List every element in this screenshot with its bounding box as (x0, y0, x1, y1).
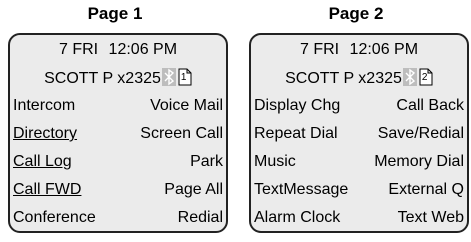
page-indicator-icon: 2 (419, 68, 433, 86)
softkey-page-all[interactable]: Page All (164, 176, 223, 204)
softkey-row: Directory Screen Call (10, 120, 226, 148)
softkey-intercom[interactable]: Intercom (13, 92, 75, 120)
softkey-row: Alarm Clock Text Web (251, 204, 467, 231)
softkey-directory[interactable]: Directory (13, 120, 77, 148)
user-row: SCOTT P x2325 1 (10, 68, 226, 89)
softkey-park[interactable]: Park (190, 148, 223, 176)
date-time-row: 7 FRI 12:06 PM (251, 40, 467, 60)
softkey-display-chg[interactable]: Display Chg (254, 92, 340, 120)
softkey-row: Repeat Dial Save/Redial (251, 120, 467, 148)
softkey-row: Call Log Park (10, 148, 226, 176)
softkey-row: Display Chg Call Back (251, 92, 467, 120)
softkey-memory-dial[interactable]: Memory Dial (374, 148, 464, 176)
phone-page-1: Page 1 7 FRI 12:06 PM SCOTT P x2325 1 Int… (0, 0, 230, 242)
date-time-row: 7 FRI 12:06 PM (10, 40, 226, 60)
time-label: 12:06 PM (349, 41, 419, 58)
softkey-list: Display Chg Call Back Repeat Dial Save/R… (251, 92, 467, 231)
softkey-alarm-clock[interactable]: Alarm Clock (254, 204, 340, 231)
page-number: 2 (421, 72, 428, 83)
softkey-call-back[interactable]: Call Back (396, 92, 464, 120)
date-label: 7 FRI (58, 41, 99, 58)
user-extension-label: SCOTT P x2325 (44, 70, 161, 87)
softkey-call-fwd[interactable]: Call FWD (13, 176, 81, 204)
bluetooth-icon (402, 68, 417, 86)
user-row: SCOTT P x2325 2 (251, 68, 467, 89)
softkey-screen-call[interactable]: Screen Call (140, 120, 223, 148)
softkey-music[interactable]: Music (254, 148, 296, 176)
softkey-repeat-dial[interactable]: Repeat Dial (254, 120, 338, 148)
phone-page-2: Page 2 7 FRI 12:06 PM SCOTT P x2325 2 Dis… (241, 0, 471, 242)
page-title: Page 1 (87, 4, 143, 23)
page-title: Page 2 (328, 4, 384, 23)
softkey-save-redial[interactable]: Save/Redial (378, 120, 464, 148)
softkey-row: TextMessage External Q (251, 176, 467, 204)
softkey-text-web[interactable]: Text Web (398, 204, 464, 231)
softkey-text-message[interactable]: TextMessage (254, 176, 348, 204)
softkey-call-log[interactable]: Call Log (13, 148, 72, 176)
bluetooth-icon (161, 68, 176, 86)
phone-display: 7 FRI 12:06 PM SCOTT P x2325 1 Intercom V… (8, 33, 228, 233)
softkey-conference[interactable]: Conference (13, 204, 96, 231)
softkey-row: Music Memory Dial (251, 148, 467, 176)
softkey-voice-mail[interactable]: Voice Mail (150, 92, 223, 120)
softkey-external-q[interactable]: External Q (388, 176, 464, 204)
phone-display: 7 FRI 12:06 PM SCOTT P x2325 2 Display Ch… (249, 33, 469, 233)
softkey-row: Intercom Voice Mail (10, 92, 226, 120)
page-number: 1 (180, 72, 187, 83)
date-label: 7 FRI (299, 41, 340, 58)
time-label: 12:06 PM (108, 41, 178, 58)
page-indicator-icon: 1 (178, 68, 192, 86)
softkey-row: Conference Redial (10, 204, 226, 231)
softkey-redial[interactable]: Redial (178, 204, 223, 231)
user-extension-label: SCOTT P x2325 (285, 70, 402, 87)
softkey-row: Call FWD Page All (10, 176, 226, 204)
softkey-list: Intercom Voice Mail Directory Screen Cal… (10, 92, 226, 231)
